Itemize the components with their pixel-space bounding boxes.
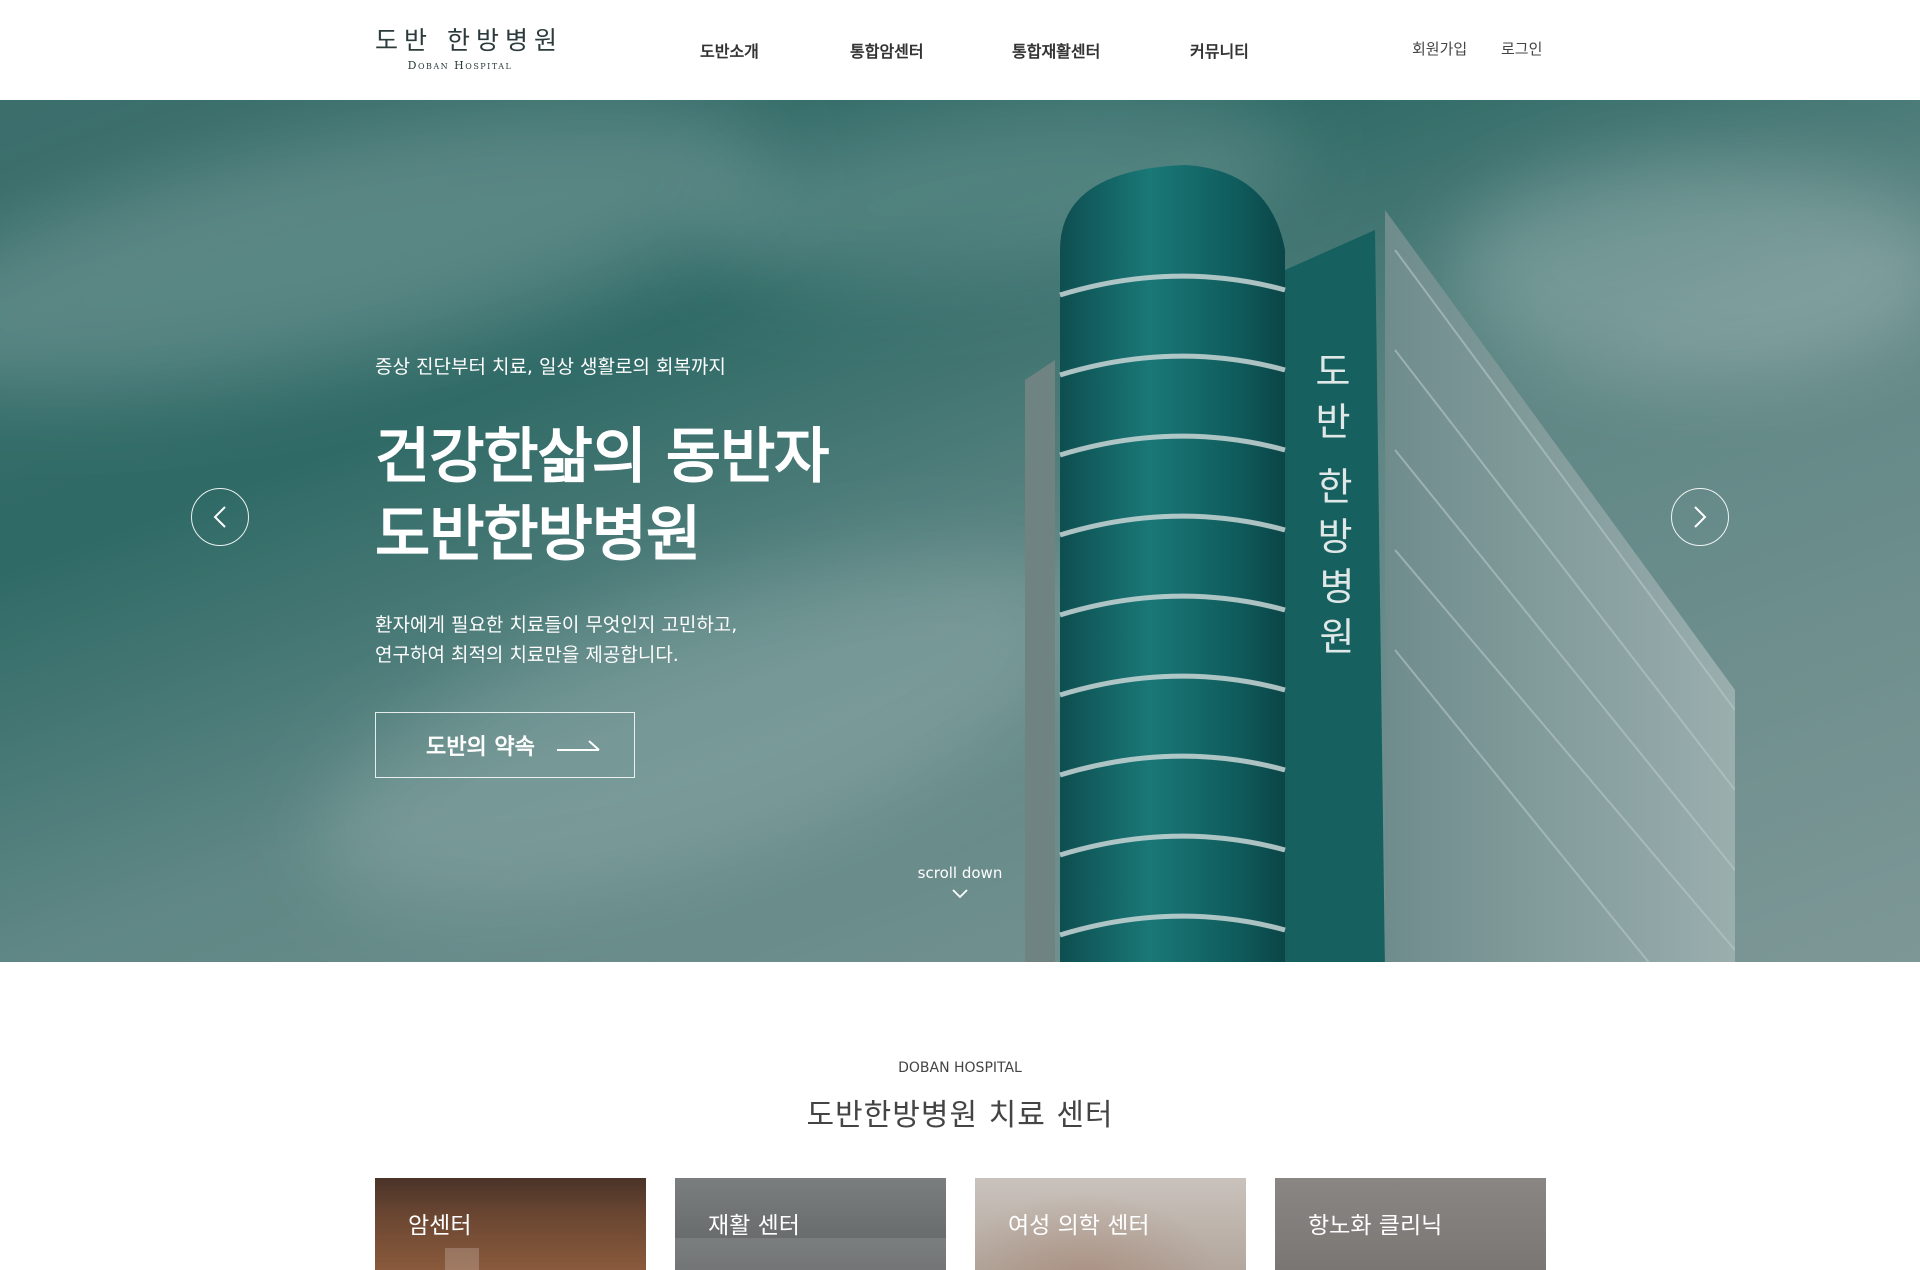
hero-description: 환자에게 필요한 치료들이 무엇인지 고민하고, 연구하여 최적의 치료만을 제… <box>375 610 737 670</box>
signup-link[interactable]: 회원가입 <box>1412 38 1467 59</box>
building-sign-char: 도 <box>1316 350 1351 394</box>
hospital-logo[interactable]: 도반 한방병원 Doban Hospital <box>375 26 563 72</box>
card-womens-medicine-center[interactable]: 여성 의학 센터 <box>975 1178 1246 1270</box>
cloud-shape <box>0 100 794 452</box>
card-rehab-center[interactable]: 재활 센터 <box>675 1178 946 1270</box>
hero-desc-line2: 연구하여 최적의 치료만을 제공합니다. <box>375 644 679 666</box>
building-sign-char: 반 <box>1316 400 1351 444</box>
slide-next-button[interactable] <box>1671 488 1729 546</box>
hero-title-line1: 건강한삶의 동반자 <box>375 422 829 492</box>
hero-desc-line1: 환자에게 필요한 치료들이 무엇인지 고민하고, <box>375 614 738 636</box>
building-sign-char: 방 <box>1318 515 1353 559</box>
nav-item-community[interactable]: 커뮤니티 <box>1190 38 1249 62</box>
building-sign-char: 한 <box>1318 465 1353 509</box>
section-eyebrow: DOBAN HOSPITAL <box>898 1060 1022 1076</box>
chevron-right-icon <box>1694 506 1707 528</box>
chevron-down-icon <box>952 889 968 899</box>
slide-prev-button[interactable] <box>191 488 249 546</box>
hospital-building-image: 도 반 한 방 병 원 <box>1025 165 1735 962</box>
card-anti-aging-clinic[interactable]: 항노화 클리닉 <box>1275 1178 1546 1270</box>
card-label: 암센터 <box>408 1213 472 1239</box>
nav-item-cancer-center[interactable]: 통합암센터 <box>850 38 924 62</box>
hero-title-line2: 도반한방병원 <box>375 500 701 570</box>
login-link[interactable]: 로그인 <box>1501 38 1542 59</box>
scroll-down-label: scroll down <box>917 864 1003 882</box>
logo-english: Doban Hospital <box>407 59 513 72</box>
card-label: 재활 센터 <box>708 1213 800 1239</box>
building-sign-char: 병 <box>1320 565 1355 609</box>
hero-title: 건강한삶의 동반자 도반한방병원 <box>375 418 829 574</box>
hero-banner: 도 반 한 방 병 원 증상 진단부터 치료, 일상 생활로의 회복까지 건강한… <box>0 100 1920 962</box>
scroll-down-indicator[interactable]: scroll down <box>900 864 1020 904</box>
nav-item-about[interactable]: 도반소개 <box>700 38 759 62</box>
site-header: 도반 한방병원 Doban Hospital 도반소개 통합암센터 통합재활센터… <box>0 0 1920 100</box>
chevron-left-icon <box>213 506 226 528</box>
hero-subtitle: 증상 진단부터 치료, 일상 생활로의 회복까지 <box>375 356 726 378</box>
promise-button-label: 도반의 약속 <box>426 735 535 760</box>
card-cancer-center[interactable]: 암센터 <box>375 1178 646 1270</box>
section-title: 도반한방병원 치료 센터 <box>806 1098 1114 1133</box>
building-sign-char: 원 <box>1320 615 1355 659</box>
card-image-detail <box>445 1248 479 1270</box>
arrow-right-long-icon <box>556 740 600 751</box>
card-image-detail <box>675 1238 946 1270</box>
promise-button[interactable]: 도반의 약속 <box>375 712 635 778</box>
nav-item-rehab-center[interactable]: 통합재활센터 <box>1012 38 1100 62</box>
card-label: 여성 의학 센터 <box>1008 1213 1150 1239</box>
card-label: 항노화 클리닉 <box>1308 1213 1443 1239</box>
logo-korean: 도반 한방병원 <box>375 26 563 55</box>
